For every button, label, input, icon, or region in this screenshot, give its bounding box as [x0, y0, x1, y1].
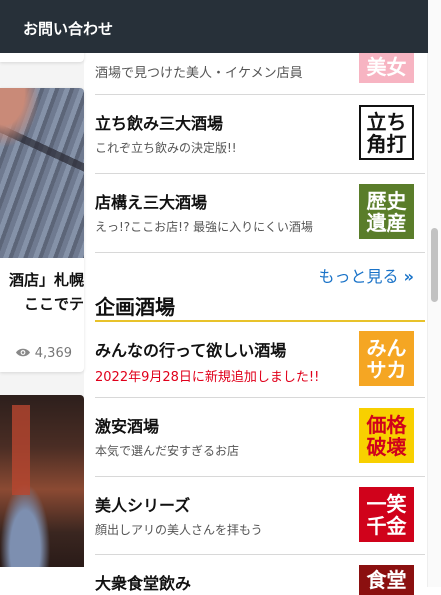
article-photo-2[interactable]: [0, 395, 84, 567]
left-card-column: 酒店」札幌 ここでテ 4,369: [0, 0, 84, 587]
article-card-2[interactable]: [0, 395, 84, 587]
plan-item-title: 大衆食堂飲み: [95, 574, 192, 593]
plan-item-title: みんなの行って欲しい酒場: [95, 341, 287, 360]
scrollbar-thumb[interactable]: [431, 228, 438, 302]
ranking-item-desc: これぞ立ち飲みの決定版!!: [95, 141, 237, 155]
plan-item-desc: 2022年9月28日に新規追加しました!!: [95, 370, 320, 385]
top-header-bar: お問い合わせ: [0, 0, 428, 53]
ranking-item-desc: 酒場で見つけた美人・イケメン店員: [95, 66, 303, 81]
kakaku-hakai-badge-icon: 価格 破壊: [359, 408, 414, 463]
ranking-item-desc: えっ!?ここお店!? 最強に入りにくい酒場: [95, 220, 313, 234]
plan-item-minsaka[interactable]: みんなの行って欲しい酒場 2022年9月28日に新規追加しました!! みん サカ: [95, 322, 425, 398]
issho-senkin-badge-icon: 一笑 千金: [359, 487, 414, 542]
plan-item-desc: 本気で選んだ安すぎるお店: [95, 444, 240, 458]
article-title-line1: 酒店」札幌: [8, 271, 84, 289]
ranking-item-misegamae[interactable]: 店構え三大酒場 えっ!?ここお店!? 最強に入りにくい酒場 歴史 遺産: [95, 173, 425, 253]
plan-item-title: 激安酒場: [95, 417, 160, 436]
more-link[interactable]: もっと見る »: [319, 263, 414, 287]
rekishi-badge-icon: 歴史 遺産: [359, 184, 414, 239]
plan-item-desc: 顔出しアリの美人さんを拝もう: [95, 523, 263, 537]
ranking-item-tachinomi[interactable]: 立ち飲み三大酒場 これぞ立ち飲みの決定版!! 立ち 角打: [95, 94, 425, 174]
view-count: 4,369: [15, 346, 72, 361]
ranking-item-bijo[interactable]: 酒場で見つけた美人・イケメン店員 美女: [95, 41, 425, 95]
plan-item-gekiyasu[interactable]: 激安酒場 本気で選んだ安すぎるお店 価格 破壊: [95, 397, 425, 477]
plan-item-title: 美人シリーズ: [95, 496, 191, 515]
ranking-item-title: 立ち飲み三大酒場: [95, 114, 224, 133]
minsaka-badge-icon: みん サカ: [359, 331, 414, 386]
article-title[interactable]: 酒店」札幌 ここでテ: [0, 268, 84, 316]
section-heading: 企画酒場: [95, 295, 175, 319]
view-count-value: 4,369: [34, 346, 72, 361]
more-link-label: もっと見る: [318, 267, 399, 286]
ranking-item-title: 店構え三大酒場: [95, 193, 208, 212]
eye-icon: [15, 346, 35, 361]
plan-item-bijin[interactable]: 美人シリーズ 顔出しアリの美人さんを拝もう 一笑 千金: [95, 476, 425, 555]
plan-item-taishu[interactable]: 大衆食堂飲み 食堂: [95, 554, 425, 595]
tachinomi-badge-icon: 立ち 角打: [359, 105, 414, 160]
contact-link[interactable]: お問い合わせ: [23, 18, 113, 39]
double-chevron-right-icon: »: [403, 267, 414, 286]
shokudo-badge-icon: 食堂: [359, 565, 414, 595]
article-title-line2: ここでテ: [23, 295, 84, 313]
article-card[interactable]: 酒店」札幌 ここでテ 4,369: [0, 88, 84, 372]
article-photo[interactable]: [0, 88, 84, 258]
vertical-scrollbar[interactable]: [427, 0, 441, 587]
